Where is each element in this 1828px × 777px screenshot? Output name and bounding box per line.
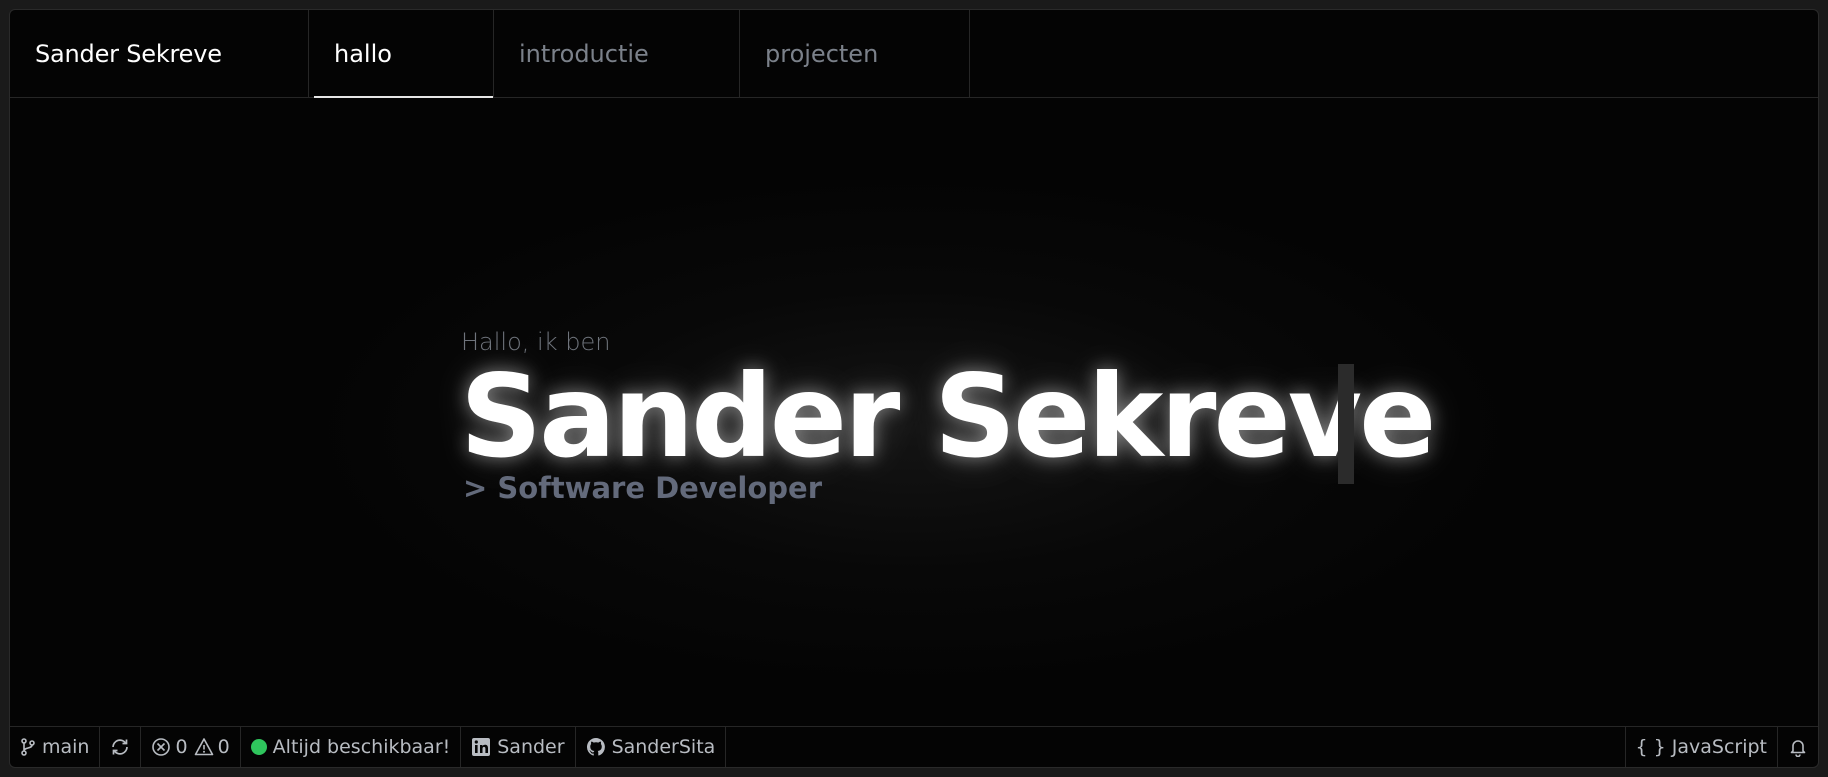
hero-name: Sander Sekreve	[460, 350, 1436, 483]
sync-icon	[110, 738, 130, 756]
hero-role: > Software Developer	[463, 471, 823, 505]
app-window: Sander Sekreve hallo introductie project…	[9, 9, 1819, 768]
error-icon	[151, 737, 171, 757]
error-count: 0	[175, 736, 188, 758]
warning-icon	[194, 737, 214, 757]
typing-cursor	[1338, 364, 1354, 484]
linkedin-name: Sander	[497, 736, 565, 758]
top-nav: Sander Sekreve hallo introductie project…	[10, 10, 1818, 98]
linkedin-icon	[471, 737, 491, 757]
language-label: JavaScript	[1671, 736, 1767, 758]
problems-indicator[interactable]: 0 0	[141, 727, 241, 767]
hero-section: Hallo, ik ben Sander Sekreve > Software …	[10, 98, 1818, 736]
language-mode[interactable]: { } JavaScript	[1624, 727, 1777, 767]
github-icon	[586, 737, 606, 757]
git-branch[interactable]: main	[10, 727, 101, 767]
tab-projecten[interactable]: projecten	[740, 10, 970, 97]
github-username: SanderSita	[611, 736, 716, 758]
notifications-button[interactable]	[1777, 727, 1818, 767]
braces-icon: { }	[1635, 736, 1666, 758]
branch-name: main	[42, 736, 90, 758]
sync-button[interactable]	[100, 727, 142, 767]
warning-count: 0	[217, 736, 230, 758]
status-dot-icon	[250, 739, 267, 755]
availability-status: Altijd beschikbaar!	[241, 727, 462, 767]
git-branch-icon	[20, 738, 36, 756]
status-bar: main 0 0 Altijd beschikbaar! Sander Sand…	[10, 726, 1818, 767]
bell-icon	[1788, 737, 1808, 757]
availability-text: Altijd beschikbaar!	[272, 736, 451, 758]
github-link[interactable]: SanderSita	[576, 727, 727, 767]
tab-hallo[interactable]: hallo	[309, 10, 494, 98]
brand-title[interactable]: Sander Sekreve	[10, 10, 309, 97]
linkedin-link[interactable]: Sander	[461, 727, 576, 767]
tab-introductie[interactable]: introductie	[494, 10, 740, 97]
